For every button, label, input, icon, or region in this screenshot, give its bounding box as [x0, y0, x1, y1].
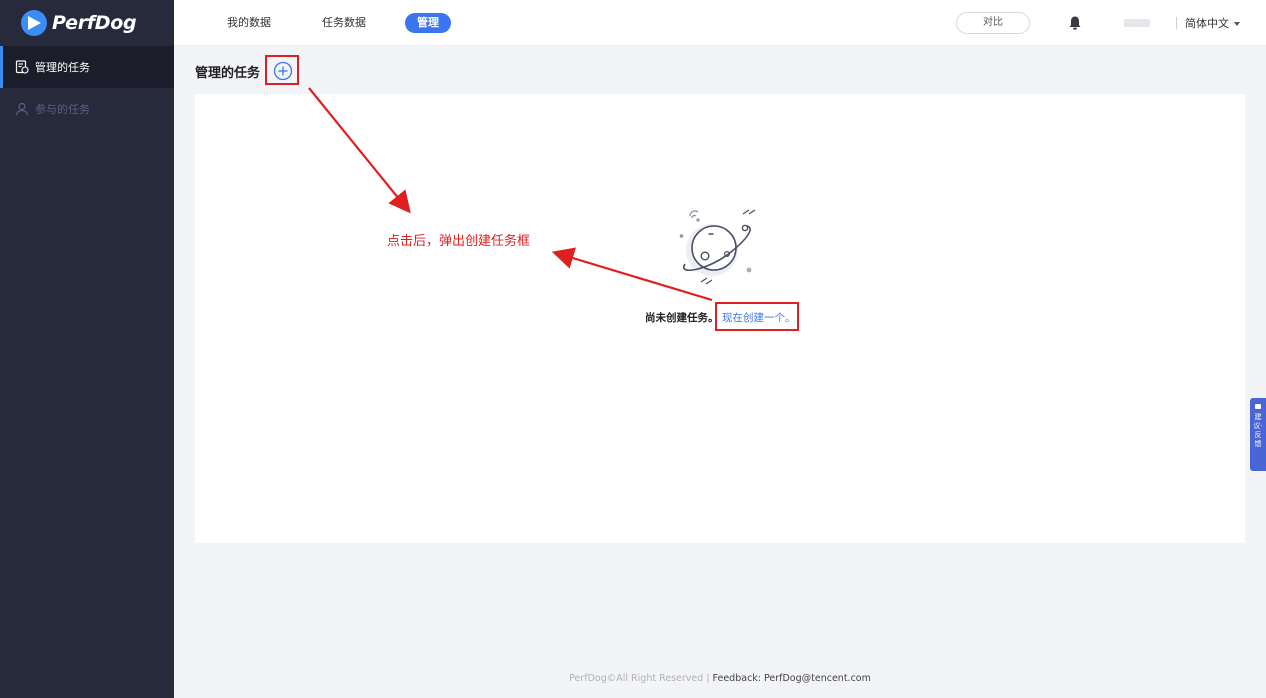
feedback-label: 建议·反馈: [1253, 413, 1263, 448]
chat-icon: [1255, 404, 1261, 409]
annotation-arrow-from-link: [551, 247, 713, 302]
annotation-arrow-from-add: [308, 87, 411, 214]
annotation-arrows: [308, 87, 713, 302]
footer-copyright: PerfDog©All Right Reserved |: [569, 673, 713, 684]
footer: PerfDog©All Right Reserved | Feedback: P…: [174, 673, 1266, 684]
annotation-text: 点击后，弹出创建任务框: [387, 234, 531, 249]
footer-feedback[interactable]: Feedback: PerfDog@tencent.com: [713, 673, 871, 684]
feedback-float-tab[interactable]: 建议·反馈: [1250, 398, 1266, 471]
